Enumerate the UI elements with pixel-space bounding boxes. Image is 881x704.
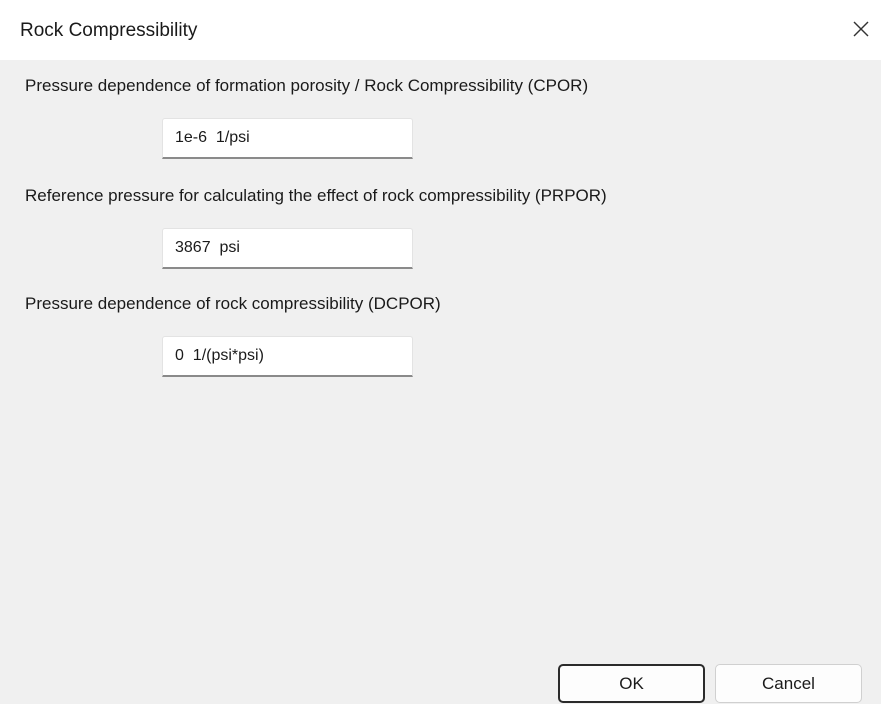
prpor-input[interactable] xyxy=(162,228,413,269)
dcpor-input[interactable] xyxy=(162,336,413,377)
rock-compressibility-dialog: Rock Compressibility Pressure dependence… xyxy=(0,0,881,704)
ok-button[interactable]: OK xyxy=(558,664,705,703)
cpor-label: Pressure dependence of formation porosit… xyxy=(25,76,589,95)
dcpor-label: Pressure dependence of rock compressibil… xyxy=(25,294,441,313)
close-icon xyxy=(853,21,869,37)
close-button[interactable] xyxy=(844,12,878,46)
dialog-title: Rock Compressibility xyxy=(20,20,198,41)
cpor-input[interactable] xyxy=(162,118,413,159)
prpor-label: Reference pressure for calculating the e… xyxy=(25,186,607,205)
cancel-button[interactable]: Cancel xyxy=(715,664,862,703)
title-bar: Rock Compressibility xyxy=(0,0,881,60)
